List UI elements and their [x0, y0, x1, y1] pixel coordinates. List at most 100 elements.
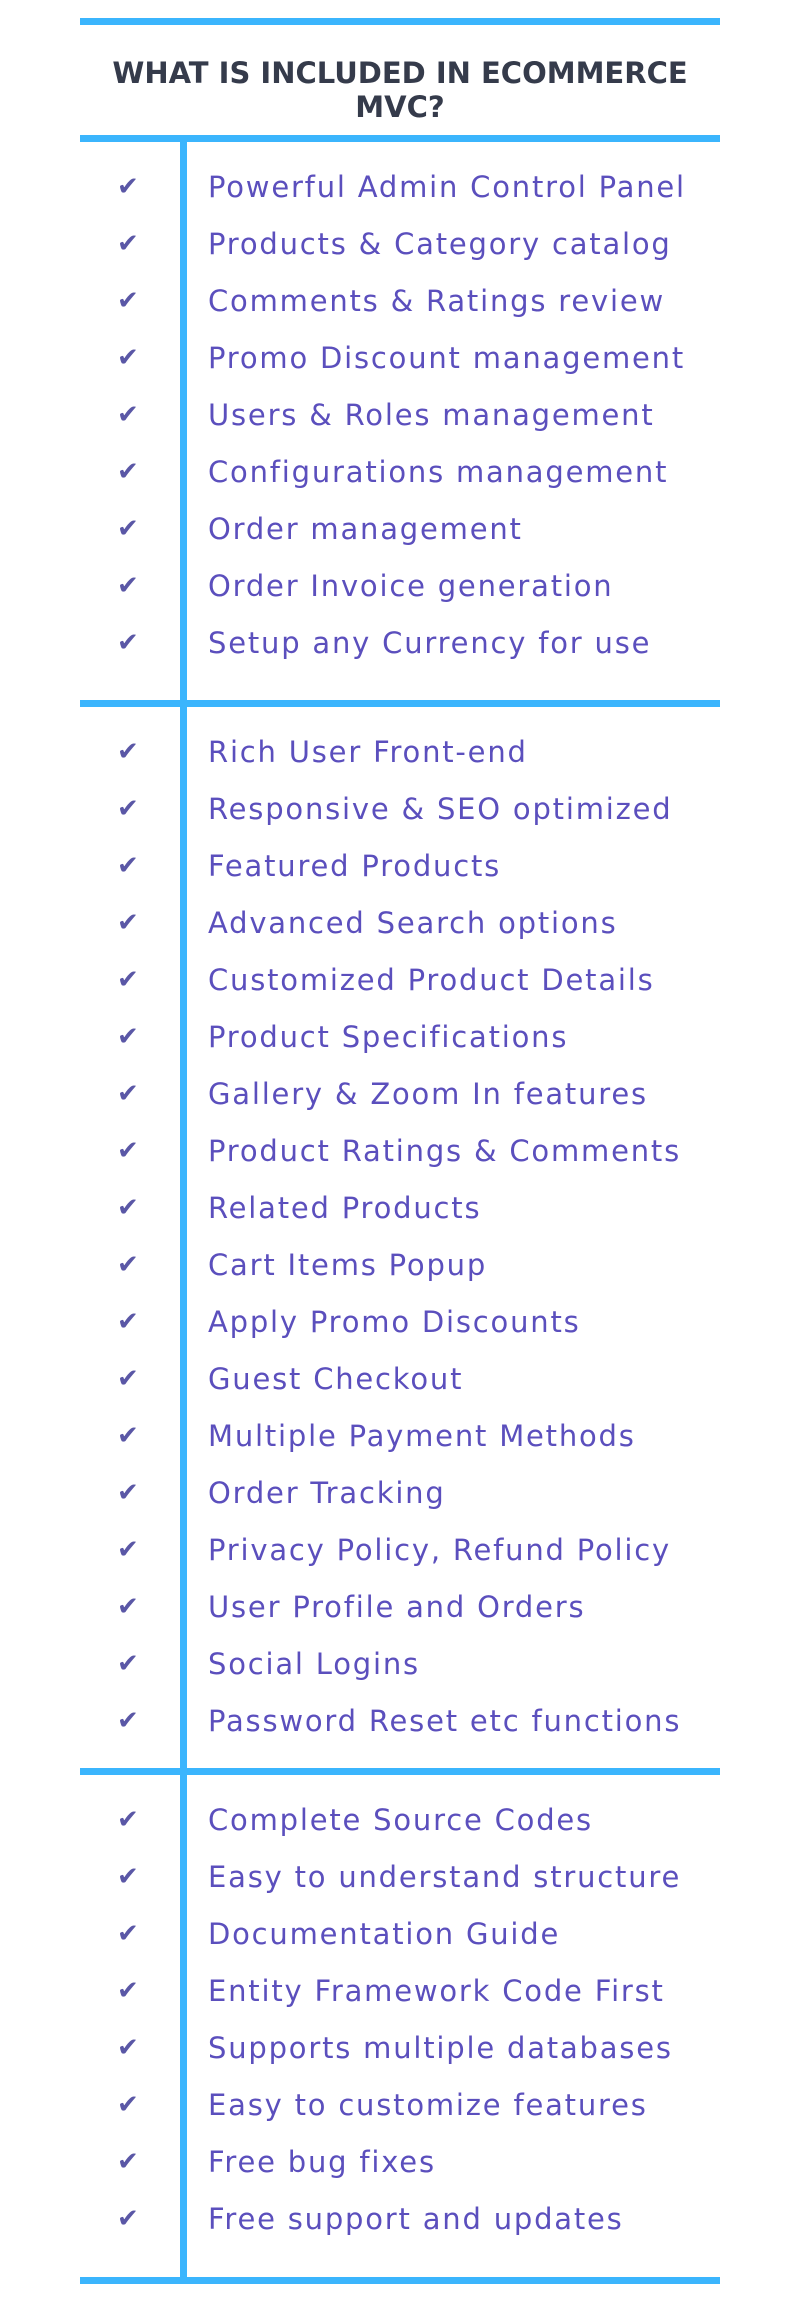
list-item: ✔ Easy to customize features: [80, 2080, 720, 2137]
list-item: ✔ Customized Product Details: [80, 955, 720, 1012]
checkmark-icon: ✔: [117, 1136, 139, 1166]
feature-label: Order Tracking: [208, 1476, 446, 1510]
feature-label: Privacy Policy, Refund Policy: [208, 1533, 671, 1567]
feature-label: Responsive & SEO optimized: [208, 792, 673, 826]
list-item: ✔ Multiple Payment Methods: [80, 1411, 720, 1468]
divider-bottom: [80, 2277, 720, 2284]
list-item: ✔ Entity Framework Code First: [80, 1966, 720, 2023]
feature-label: Order management: [208, 512, 523, 546]
feature-label: Complete Source Codes: [208, 1803, 593, 1837]
checkmark-icon: ✔: [117, 1706, 139, 1736]
checkmark-icon: ✔: [117, 1592, 139, 1622]
list-item: ✔ Documentation Guide: [80, 1909, 720, 1966]
list-item: ✔ Powerful Admin Control Panel: [80, 162, 720, 219]
list-item: ✔ Social Logins: [80, 1639, 720, 1696]
list-item: ✔ Easy to understand structure: [80, 1852, 720, 1909]
feature-label: Password Reset etc functions: [208, 1704, 682, 1738]
list-item: ✔ Rich User Front-end: [80, 727, 720, 784]
list-item: ✔ Related Products: [80, 1183, 720, 1240]
divider-section-2: [80, 1768, 720, 1775]
feature-label: Product Specifications: [208, 1020, 569, 1054]
list-item: ✔ Complete Source Codes: [80, 1795, 720, 1852]
checkmark-icon: ✔: [117, 2090, 139, 2120]
list-item: ✔ User Profile and Orders: [80, 1582, 720, 1639]
checkmark-icon: ✔: [117, 172, 139, 202]
section-extras: ✔ Complete Source Codes ✔ Easy to understan…: [80, 1795, 720, 2251]
feature-label: Promo Discount management: [208, 341, 686, 375]
list-item: ✔ Advanced Search options: [80, 898, 720, 955]
checkmark-icon: ✔: [117, 286, 139, 316]
feature-label: Multiple Payment Methods: [208, 1419, 636, 1453]
feature-label: Entity Framework Code First: [208, 1974, 665, 2008]
feature-label: Gallery & Zoom In features: [208, 1077, 648, 1111]
feature-label: Easy to understand structure: [208, 1860, 682, 1894]
feature-label: Apply Promo Discounts: [208, 1305, 581, 1339]
checkmark-icon: ✔: [117, 1649, 139, 1679]
checkmark-icon: ✔: [117, 1364, 139, 1394]
list-item: ✔ Setup any Currency for use: [80, 618, 720, 675]
feature-label: Documentation Guide: [208, 1917, 561, 1951]
section-frontend: ✔ Rich User Front-end ✔ Responsive & SEO op…: [80, 727, 720, 1753]
checkmark-icon: ✔: [117, 1862, 139, 1892]
checkmark-icon: ✔: [117, 1805, 139, 1835]
feature-label: Cart Items Popup: [208, 1248, 488, 1282]
list-item: ✔ Apply Promo Discounts: [80, 1297, 720, 1354]
list-item: ✔ Free support and updates: [80, 2194, 720, 2251]
page-title: WHAT IS INCLUDED IN ECOMMERCE MVC?: [112, 56, 688, 124]
list-item: ✔ Supports multiple databases: [80, 2023, 720, 2080]
list-item: ✔ Cart Items Popup: [80, 1240, 720, 1297]
checkmark-icon: ✔: [117, 1421, 139, 1451]
checkmark-icon: ✔: [117, 2204, 139, 2234]
list-item: ✔ Order management: [80, 504, 720, 561]
checkmark-icon: ✔: [117, 400, 139, 430]
feature-label: Social Logins: [208, 1647, 420, 1681]
list-item: ✔ Gallery & Zoom In features: [80, 1069, 720, 1126]
feature-label: Featured Products: [208, 849, 502, 883]
list-item: ✔ Responsive & SEO optimized: [80, 784, 720, 841]
feature-label: Configurations management: [208, 455, 669, 489]
feature-label: Powerful Admin Control Panel: [208, 170, 686, 204]
section-admin: ✔ Powerful Admin Control Panel ✔ Products &…: [80, 162, 720, 675]
checkmark-icon: ✔: [117, 1307, 139, 1337]
list-item: ✔ Guest Checkout: [80, 1354, 720, 1411]
checkmark-icon: ✔: [117, 1022, 139, 1052]
list-item: ✔ Order Invoice generation: [80, 561, 720, 618]
feature-label: Setup any Currency for use: [208, 626, 652, 660]
checkmark-icon: ✔: [117, 2033, 139, 2063]
list-item: ✔ Promo Discount management: [80, 333, 720, 390]
feature-label: Users & Roles management: [208, 398, 655, 432]
checkmark-icon: ✔: [117, 1193, 139, 1223]
list-item: ✔ Free bug fixes: [80, 2137, 720, 2194]
list-item: ✔ Comments & Ratings review: [80, 276, 720, 333]
divider-header: [80, 135, 720, 142]
list-item: ✔ Privacy Policy, Refund Policy: [80, 1525, 720, 1582]
checkmark-icon: ✔: [117, 229, 139, 259]
feature-label: Easy to customize features: [208, 2088, 648, 2122]
checkmark-icon: ✔: [117, 1535, 139, 1565]
feature-label: Customized Product Details: [208, 963, 655, 997]
checkmark-icon: ✔: [117, 965, 139, 995]
divider-section-1: [80, 700, 720, 707]
feature-label: Free bug fixes: [208, 2145, 436, 2179]
list-item: ✔ Password Reset etc functions: [80, 1696, 720, 1753]
checkmark-icon: ✔: [117, 628, 139, 658]
list-item: ✔ Product Ratings & Comments: [80, 1126, 720, 1183]
feature-label: Guest Checkout: [208, 1362, 464, 1396]
checkmark-icon: ✔: [117, 514, 139, 544]
checkmark-icon: ✔: [117, 1976, 139, 2006]
checkmark-icon: ✔: [117, 571, 139, 601]
checkmark-icon: ✔: [117, 1478, 139, 1508]
checkmark-icon: ✔: [117, 2147, 139, 2177]
feature-label: Product Ratings & Comments: [208, 1134, 681, 1168]
list-item: ✔ Order Tracking: [80, 1468, 720, 1525]
feature-label: Order Invoice generation: [208, 569, 614, 603]
feature-label: User Profile and Orders: [208, 1590, 586, 1624]
list-item: ✔ Users & Roles management: [80, 390, 720, 447]
checkmark-icon: ✔: [117, 908, 139, 938]
feature-label: Comments & Ratings review: [208, 284, 665, 318]
feature-label: Rich User Front-end: [208, 735, 528, 769]
checkmark-icon: ✔: [117, 343, 139, 373]
list-item: ✔ Featured Products: [80, 841, 720, 898]
checkmark-icon: ✔: [117, 851, 139, 881]
divider-top: [80, 18, 720, 25]
